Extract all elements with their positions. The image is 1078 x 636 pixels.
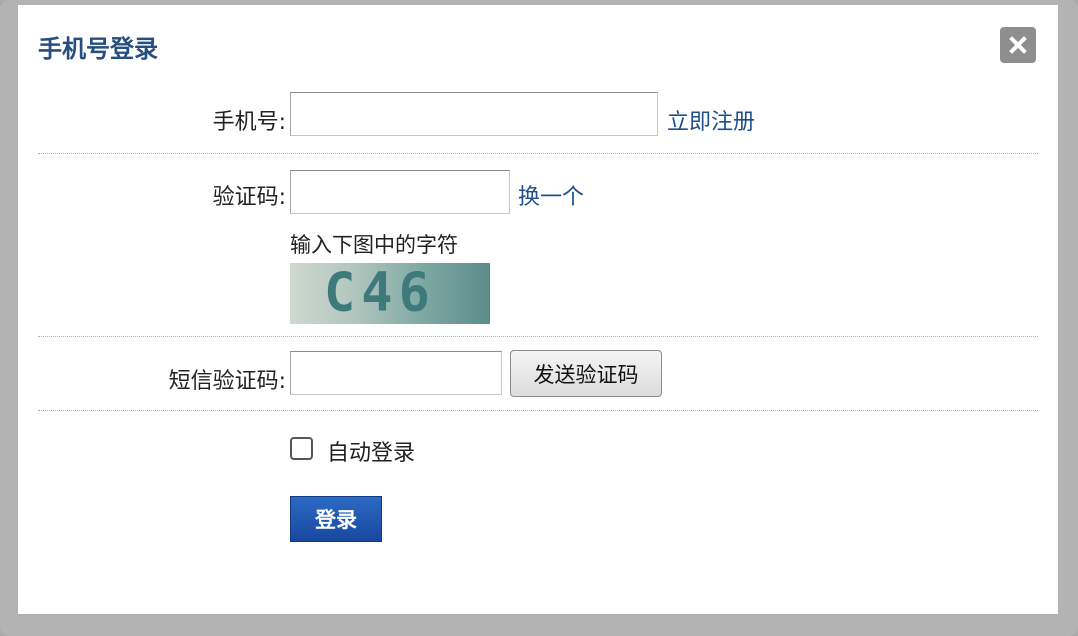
auto-login-checkbox[interactable]	[290, 437, 313, 460]
close-button[interactable]	[1000, 27, 1036, 63]
close-icon	[1009, 36, 1027, 54]
captcha-label: 验证码:	[212, 185, 286, 210]
phone-input[interactable]	[290, 92, 658, 136]
dialog-frame: 手机号登录 手机号: 立即注册 验证码: 换一个 输入下图中的字符 C46 短信…	[0, 0, 1078, 636]
login-dialog: 手机号登录 手机号: 立即注册 验证码: 换一个 输入下图中的字符 C46 短信…	[18, 5, 1058, 614]
divider	[38, 153, 1038, 154]
dialog-title: 手机号登录	[38, 35, 158, 63]
register-link[interactable]: 立即注册	[667, 104, 755, 136]
captcha-image[interactable]: C46	[290, 263, 490, 324]
refresh-captcha-link[interactable]: 换一个	[518, 179, 584, 211]
sms-code-label: 短信验证码:	[168, 369, 286, 394]
divider	[38, 410, 1038, 411]
sms-code-input[interactable]	[290, 351, 502, 395]
phone-label: 手机号:	[212, 110, 286, 135]
login-button[interactable]: 登录	[290, 496, 382, 542]
captcha-image-text: C46	[324, 263, 436, 324]
captcha-hint: 输入下图中的字符	[290, 233, 458, 257]
send-code-button[interactable]: 发送验证码	[510, 350, 662, 397]
captcha-input[interactable]	[290, 170, 510, 214]
auto-login-label[interactable]: 自动登录	[327, 435, 415, 467]
divider	[38, 336, 1038, 337]
